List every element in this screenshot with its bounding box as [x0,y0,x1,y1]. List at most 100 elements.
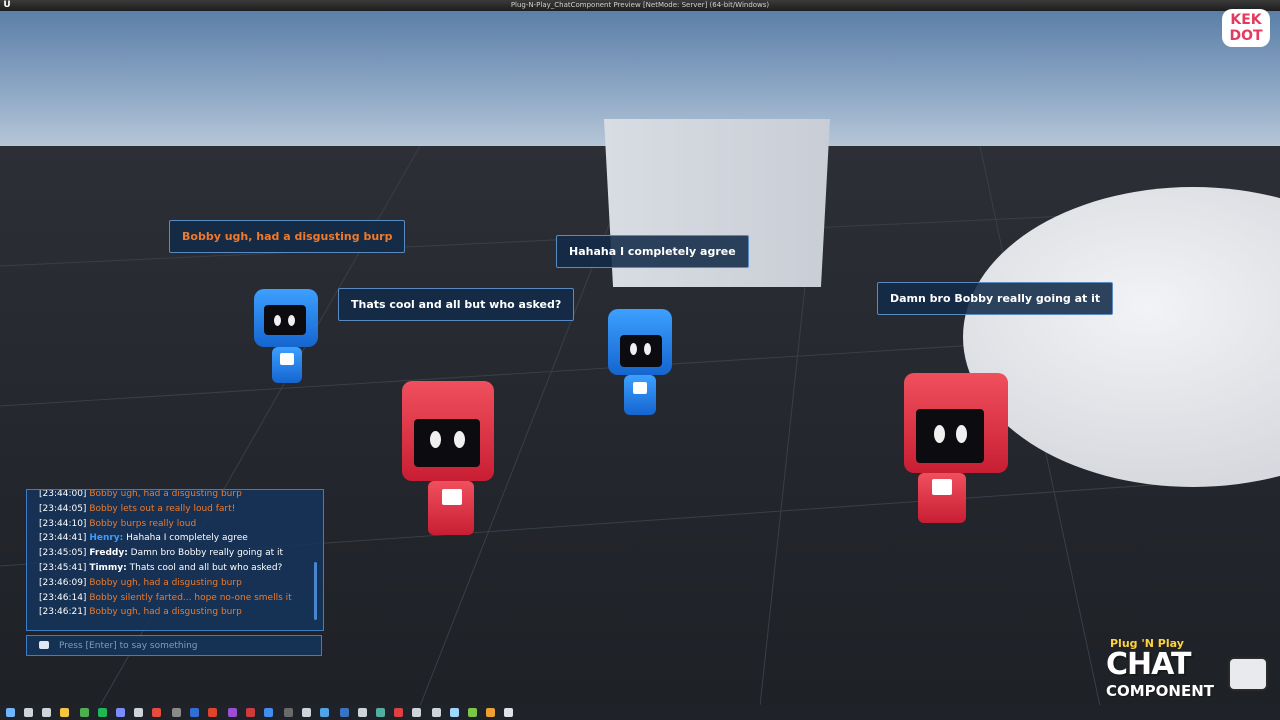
chat-bubble-icon [39,641,49,649]
chat-message: Bobby burps really loud [89,518,197,529]
unreal-logo-icon: U [3,0,11,10]
chat-message: Bobby ugh, had a disgusting burp [89,577,242,588]
app-icon[interactable] [394,708,403,717]
app-icon[interactable] [412,708,421,717]
app-icon[interactable] [246,708,255,717]
kekdot-badge-icon [932,479,952,495]
chat-line: [23:45:41] Timmy: Thats cool and all but… [39,561,309,576]
speech-bubble-bobby: Bobby ugh, had a disgusting burp [169,220,406,253]
app-icon[interactable] [320,708,329,717]
task-view-icon[interactable] [42,708,51,717]
character-red-right[interactable] [886,373,1010,533]
chat-message: Bobby ugh, had a disgusting burp [89,489,242,499]
chat-timestamp: [23:44:41] [39,533,87,544]
app-icon[interactable] [284,708,293,717]
chat-input-placeholder: Press [Enter] to say something [59,641,198,651]
chat-message: Damn bro Bobby really going at it [130,548,283,559]
windows-start-icon[interactable] [6,708,15,717]
character-eye [644,343,651,355]
window-titlebar[interactable]: U Plug-N-Play_ChatComponent Preview [Net… [0,0,1280,11]
chat-line: [23:46:14] Bobby silently farted... hope… [39,591,309,606]
character-eye [934,425,945,443]
window-title: Plug-N-Play_ChatComponent Preview [NetMo… [510,1,770,9]
chat-message: Bobby lets out a really loud fart! [89,503,236,514]
app-icon[interactable] [450,708,459,717]
character-face [620,335,662,367]
character-blue-left[interactable] [250,289,332,389]
speech-bubble-timmy: Thats cool and all but who asked? [338,288,575,321]
app-icon[interactable] [264,708,273,717]
character-eye [956,425,967,443]
character-eye [274,315,281,326]
kekdot-logo-line2: DOT [1229,28,1263,44]
character-eye [630,343,637,355]
character-eye [454,431,465,448]
chat-line: [23:44:10] Bobby burps really loud [39,517,309,532]
branding-chat: CHAT [1106,647,1191,682]
character-eye [288,315,295,326]
windows-taskbar [0,705,1280,720]
chat-timestamp: [23:45:41] [39,562,87,573]
branding-component: COMPONENT [1106,682,1215,700]
unreal-editor-icon[interactable] [504,708,513,717]
app-icon[interactable] [358,708,367,717]
character-blue-center[interactable] [600,309,680,419]
kekdot-logo-line1: KEK [1230,12,1262,28]
chat-timestamp: [23:46:09] [39,577,87,588]
character-face [414,419,480,467]
app-icon[interactable] [190,708,199,717]
chat-timestamp: [23:46:14] [39,592,87,603]
chat-line: [23:45:05] Freddy: Damn bro Bobby really… [39,546,309,561]
chat-sender-name: Freddy: [89,548,128,559]
app-icon[interactable] [116,708,125,717]
chat-timestamp: [23:46:21] [39,607,87,618]
chat-message: Hahaha I completely agree [126,533,248,544]
chat-log-panel[interactable]: [23:44:00] Bobby ugh, had a disgusting b… [26,489,324,631]
character-face [916,409,984,463]
chat-timestamp: [23:44:10] [39,518,87,529]
app-icon[interactable] [228,708,237,717]
file-explorer-icon[interactable] [60,708,69,717]
app-icon[interactable] [134,708,143,717]
kekdot-badge-icon [633,382,647,394]
character-red-left[interactable] [398,381,522,541]
app-icon[interactable] [152,708,161,717]
chat-line: [23:44:05] Bobby lets out a really loud … [39,502,309,517]
kekdot-badge-icon [442,489,462,505]
chat-line: [23:46:21] Bobby ugh, had a disgusting b… [39,605,309,620]
character-eye [430,431,441,448]
kekdot-logo: KEK DOT [1222,9,1270,47]
spotify-icon[interactable] [98,708,107,717]
chat-timestamp: [23:44:00] [39,489,87,499]
app-icon[interactable] [486,708,495,717]
app-icon[interactable] [376,708,385,717]
chat-component-branding: Plug 'N Play CHAT COMPONENT [1100,637,1280,707]
chat-line: [23:44:41] Henry: Hahaha I completely ag… [39,531,309,546]
chat-lines: [23:44:00] Bobby ugh, had a disgusting b… [39,489,309,620]
chat-line: [23:46:09] Bobby ugh, had a disgusting b… [39,576,309,591]
app-icon[interactable] [340,708,349,717]
chat-scrollbar[interactable] [314,562,317,620]
chat-message: Bobby silently farted... hope no-one sme… [89,592,292,603]
chat-timestamp: [23:44:05] [39,503,87,514]
app-icon[interactable] [432,708,441,717]
app-icon[interactable] [468,708,477,717]
chat-message: Bobby ugh, had a disgusting burp [89,607,242,618]
chat-message: Thats cool and all but who asked? [129,562,283,573]
app-icon[interactable] [172,708,181,717]
character-face [264,305,306,335]
search-icon[interactable] [24,708,33,717]
app-icon[interactable] [208,708,217,717]
chat-sender-name: Timmy: [89,562,127,573]
chat-sender-name: Henry: [89,533,124,544]
chat-bubble-icon [1228,657,1268,691]
kekdot-badge-icon [280,353,294,365]
chat-line: [23:44:00] Bobby ugh, had a disgusting b… [39,489,309,502]
speech-bubble-henry: Hahaha I completely agree [556,235,749,268]
app-icon[interactable] [302,708,311,717]
speech-bubble-freddy: Damn bro Bobby really going at it [877,282,1114,315]
chat-timestamp: [23:45:05] [39,548,87,559]
browser-icon[interactable] [80,708,89,717]
character-body [624,375,656,415]
chat-input-field[interactable]: Press [Enter] to say something [26,635,322,656]
